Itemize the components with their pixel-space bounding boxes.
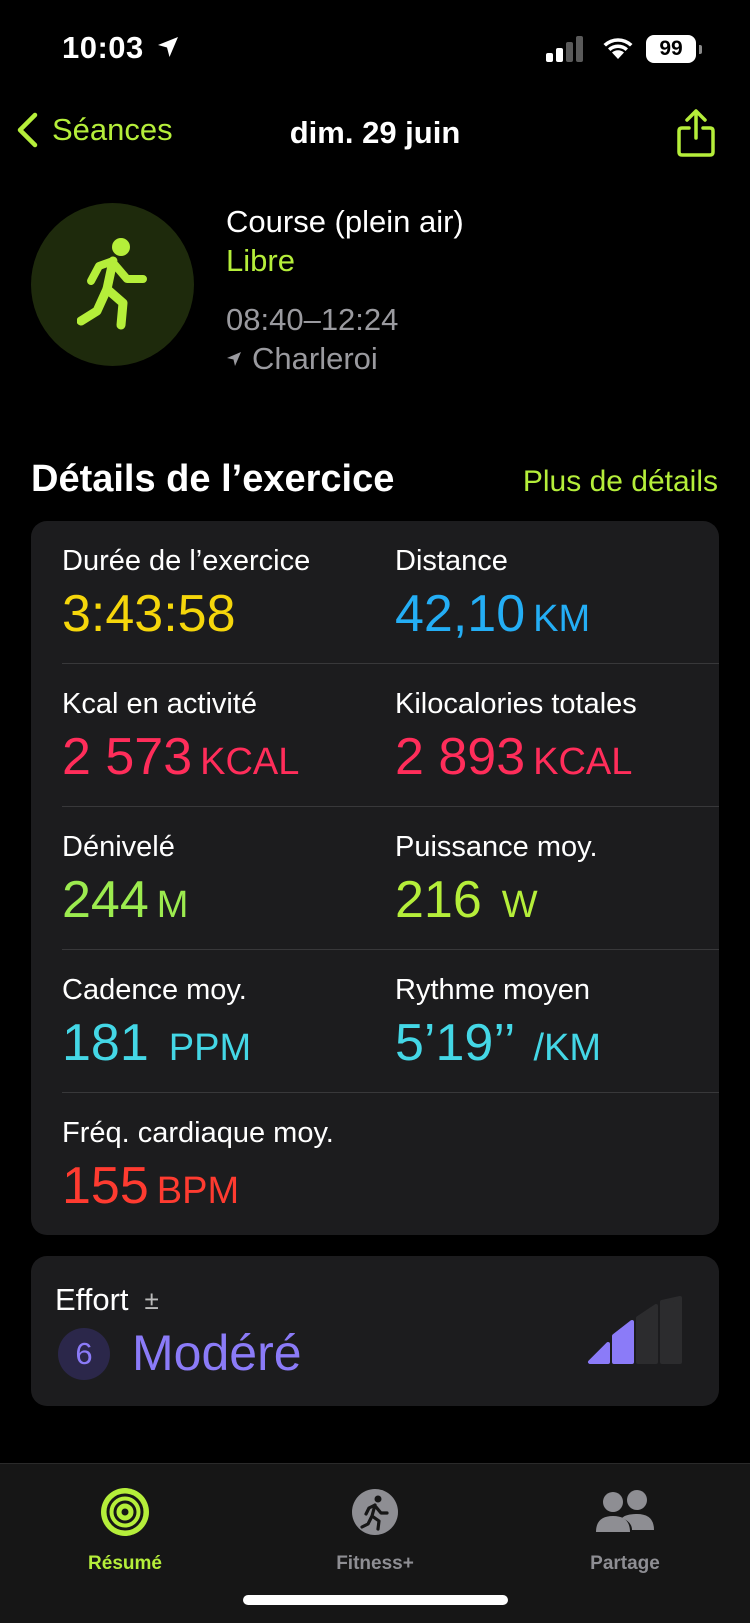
metric-label: Distance xyxy=(395,545,508,577)
effort-level-text: Modéré xyxy=(132,1325,302,1381)
location-arrow-icon xyxy=(158,37,178,57)
metric-label: Cadence moy. xyxy=(62,974,247,1006)
page-title: dim. 29 juin xyxy=(289,115,461,150)
workout-details-card[interactable]: Durée de l’exercice 3:43:58 Distance 42,… xyxy=(31,521,719,1235)
metric-active-kcal: Kcal en activité 2 573 KCAL xyxy=(62,688,299,787)
metric-cadence: Cadence moy. 181 PPM xyxy=(62,974,251,1073)
metric-power: Puissance moy. 216 W xyxy=(395,831,598,930)
more-details-link[interactable]: Plus de détails xyxy=(523,465,718,499)
cellular-signal-icon xyxy=(546,36,583,62)
running-workout-icon xyxy=(31,203,194,366)
workout-time-range: 08:40–12:24 xyxy=(226,302,399,337)
plus-minus-icon[interactable]: ± xyxy=(145,1285,159,1316)
tab-summary[interactable]: Résumé xyxy=(0,1474,250,1575)
activity-rings-icon xyxy=(101,1488,149,1536)
metric-label: Rythme moyen xyxy=(395,974,591,1006)
metric-value: 244 M xyxy=(62,871,189,929)
status-time: 10:03 xyxy=(62,30,144,65)
battery-icon: 99 xyxy=(646,35,702,63)
metric-value: 181 PPM xyxy=(62,1014,252,1072)
metric-heart-rate: Fréq. cardiaque moy. 155 BPM xyxy=(62,1117,334,1216)
tab-fitness-plus[interactable]: Fitness+ xyxy=(250,1474,500,1575)
metric-value: 2 573 KCAL xyxy=(62,728,300,786)
metric-value: 3:43:58 xyxy=(62,585,236,643)
people-icon xyxy=(596,1490,654,1532)
divider xyxy=(62,663,719,664)
nav-bar: Séances dim. 29 juin xyxy=(0,100,750,170)
workout-goal: Libre xyxy=(226,243,295,278)
metric-value: 155 BPM xyxy=(62,1157,240,1215)
metric-label: Fréq. cardiaque moy. xyxy=(62,1117,334,1149)
location-label: Charleroi xyxy=(252,341,378,376)
metric-value: 42,10 KM xyxy=(395,585,591,643)
effort-label: Effort ± xyxy=(55,1282,159,1317)
share-icon[interactable] xyxy=(676,108,716,158)
tab-label: Résumé xyxy=(88,1553,162,1574)
metric-value: 216 W xyxy=(395,871,538,929)
home-indicator[interactable] xyxy=(243,1595,508,1605)
tab-sharing[interactable]: Partage xyxy=(500,1474,750,1575)
effort-level-bars-icon xyxy=(588,1296,682,1364)
effort-card[interactable]: Effort ± 6 Modéré xyxy=(31,1256,719,1406)
status-bar: 10:03 99 xyxy=(0,0,750,100)
section-title: Détails de l’exercice xyxy=(31,458,395,500)
metric-label: Kilocalories totales xyxy=(395,688,637,720)
metric-label: Puissance moy. xyxy=(395,831,598,863)
metric-value: 5’19’’/KM xyxy=(395,1014,602,1072)
metric-pace: Rythme moyen 5’19’’/KM xyxy=(395,974,601,1073)
wifi-icon xyxy=(603,38,633,59)
divider xyxy=(62,949,719,950)
metric-label: Durée de l’exercice xyxy=(62,545,311,577)
metric-distance: Distance 42,10 KM xyxy=(395,545,590,644)
metric-total-kcal: Kilocalories totales 2 893 KCAL xyxy=(395,688,637,787)
runner-icon xyxy=(76,237,147,329)
metric-label: Dénivelé xyxy=(62,831,175,863)
effort-score-badge: 6 xyxy=(58,1328,110,1380)
fitness-plus-icon xyxy=(352,1489,398,1535)
divider xyxy=(62,1092,719,1093)
metric-elevation: Dénivelé 244 M xyxy=(62,831,188,930)
tab-label: Partage xyxy=(590,1553,660,1574)
workout-location: Charleroi xyxy=(226,341,378,377)
divider xyxy=(62,806,719,807)
metric-duration: Durée de l’exercice 3:43:58 xyxy=(62,545,310,644)
workout-type: Course (plein air) xyxy=(226,204,464,239)
tab-label: Fitness+ xyxy=(336,1553,414,1574)
metric-label: Kcal en activité xyxy=(62,688,258,720)
battery-level: 99 xyxy=(646,35,696,63)
metric-value: 2 893 KCAL xyxy=(395,728,633,786)
location-arrow-icon xyxy=(227,352,241,366)
